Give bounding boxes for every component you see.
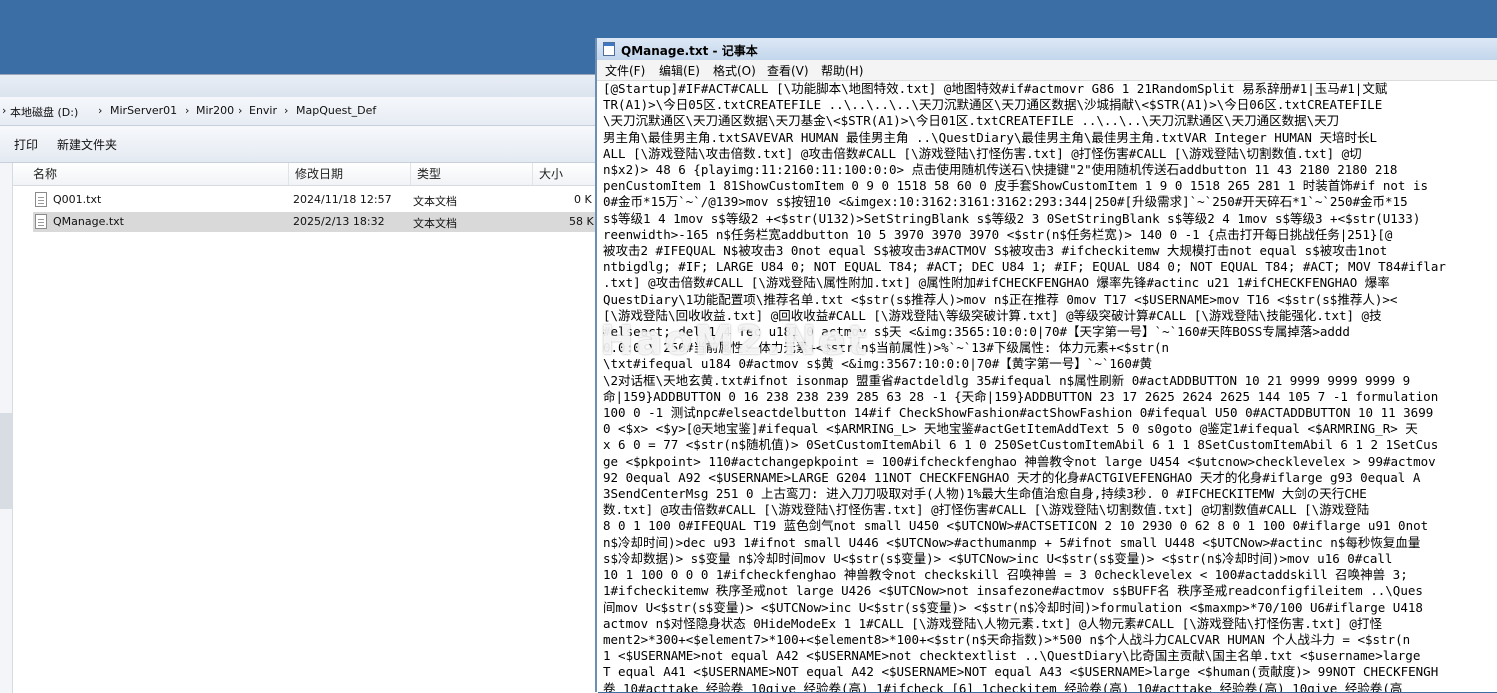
breadcrumb-envir[interactable]: Envir [249,104,277,117]
column-type[interactable]: 类型 [411,163,533,185]
breadcrumb-mir200[interactable]: Mir200 [196,104,234,117]
text-line: 命|159}ADDBUTTON 0 16 238 238 239 285 63 … [603,388,1439,404]
navigation-pane[interactable] [0,163,13,693]
watermark: HaoM2.Net [600,318,869,364]
file-name: Q001.txt [53,193,102,206]
notepad-menu-bar: 文件(F) 编辑(E) 格式(O) 查看(V) 帮助(H) [597,60,1497,81]
file-size: 0 K [574,193,592,206]
text-line: ment2>*300+<$element7>*100+<$element8>*1… [603,631,1411,647]
menu-file[interactable]: 文件(F) [605,62,645,79]
text-line: ntbigdlg; #IF; LARGE U84 0; NOT EQUAL T8… [603,259,1446,275]
text-line: penCustomItem 1 81ShowCustomItem 0 9 0 1… [603,178,1429,194]
text-line: [@Startup]#IF#ACT#CALL [\功能脚本\地图特效.txt] … [603,81,1388,96]
text-line: T equal A41 <$USERNAME>NOT equal A42 <$U… [603,664,1439,680]
text-line: 0 <$x> <$y>[@天地宝鉴]#ifequal <$ARMRING_L> … [603,421,1418,437]
breadcrumb-drive[interactable]: 本地磁盘 (D:) [10,104,78,120]
text-line: s$冷却数据)> s$变量 n$冷却时间mov U<$str(s$变量)> <$… [603,550,1393,566]
text-line: 92 0equal A92 <$USERNAME>LARGE G204 11NO… [603,469,1421,485]
chevron-right-icon: › [98,104,103,117]
new-folder-button[interactable]: 新建文件夹 [57,136,117,153]
menu-format[interactable]: 格式(O) [713,62,756,79]
file-list: 名称 修改日期 类型 大小 Q001.txt 2024/11/18 12:57 … [13,163,598,693]
breadcrumb-mapquest[interactable]: MapQuest_Def [296,104,376,117]
file-row-q001[interactable]: Q001.txt 2024/11/18 12:57 文本文档 0 K [33,190,598,210]
notepad-title: QManage.txt - 记事本 [621,44,758,58]
text-line: \2对话框\天地玄黄.txt#ifnot isonmap 盟重省#actdeld… [603,372,1411,388]
notepad-text-area[interactable]: [@Startup]#IF#ACT#CALL [\功能脚本\地图特效.txt] … [603,81,1497,692]
text-line: n$冷却时间)>dec u93 1#ifnot small U446 <$UTC… [603,534,1421,550]
file-row-qmanage[interactable]: QManage.txt 2025/2/13 18:32 文本文档 58 K [33,212,598,232]
address-bar[interactable]: › 本地磁盘 (D:) › MirServer01 › Mir200 › Env… [0,97,598,126]
text-line: 3SendCenterMsg 251 0 上古鸾刀: 进入刀刀吸取对手(人物)1… [603,486,1367,502]
text-line: 0#金币*15万`~`/@139>mov s$按钮10 <&imgex:10:3… [603,194,1408,210]
column-size[interactable]: 大小 [533,163,598,185]
file-date: 2024/11/18 12:57 [293,193,392,206]
text-line: n$x2)> 48 6 {playimg:11:2160:11:100:0:0>… [603,162,1398,178]
column-date[interactable]: 修改日期 [289,163,411,185]
chevron-right-icon: › [238,104,243,117]
text-line: .txt] @攻击倍数#CALL [\游戏登陆\属性附加.txt] @属性附加#… [603,275,1390,291]
file-type: 文本文档 [413,217,457,230]
print-button[interactable]: 打印 [14,136,38,153]
text-line: 卷 10#acttake 经验卷 10give 经验卷(高) 1#ifcheck… [603,680,1403,692]
text-line: x 6 0 = 77 <$str(n$随机值)> 0SetCustomItemA… [603,437,1439,453]
file-type: 文本文档 [413,195,457,208]
notepad-title-bar[interactable]: QManage.txt - 记事本 [597,38,1497,61]
text-line: 1#ifcheckitemw 秩序圣戒not large U426 <$UTCN… [603,583,1423,599]
text-line: ge <$pkpoint> 110#actchangepkpoint = 100… [603,453,1436,469]
text-line: QuestDiary\1功能配置项\推荐名单.txt <$str(s$推荐人)>… [603,291,1398,307]
text-line: 数.txt] @攻击倍数#CALL [\游戏登陆\打怪伤害.txt] @打怪伤害… [603,502,1370,518]
file-date: 2025/2/13 18:32 [293,215,385,228]
text-file-icon [35,214,47,229]
column-name[interactable]: 名称 [27,163,289,185]
text-line: s$等级1 4 1mov s$等级2 +<$str(U132)>SetStrin… [603,210,1421,226]
text-line: ALL [\游戏登陆\攻击倍数.txt] @攻击倍数#CALL [\游戏登陆\打… [603,145,1362,161]
file-size: 58 K [569,215,594,228]
menu-help[interactable]: 帮助(H) [821,62,863,79]
text-line: actmov n$对怪隐身状态 0HideModeEx 1 1#CALL [\游… [603,615,1382,631]
menu-view[interactable]: 查看(V) [767,62,809,79]
text-line: \天刀沉默通区\天刀通区数据\天刀基金\<$STR(A1)>\今日01区.txt… [603,113,1340,129]
text-line: TR(A1)>\今日05区.txtCREATEFILE ..\..\..\..\… [603,97,1383,113]
notepad-window: QManage.txt - 记事本 文件(F) 编辑(E) 格式(O) 查看(V… [595,38,1497,692]
text-file-icon [35,192,47,207]
explorer-window: › 本地磁盘 (D:) › MirServer01 › Mir200 › Env… [0,74,598,693]
text-line: 被攻击2 #IFEQUAL N$被攻击3 0not equal S$被攻击3#A… [603,243,1388,259]
text-line: 男主角\最佳男主角.txtSAVEVAR HUMAN 最佳男主角 ..\Ques… [603,129,1377,145]
explorer-toolbar: 打印 新建文件夹 [0,126,598,163]
chevron-right-icon: › [284,104,289,117]
notepad-icon [603,42,615,56]
text-line: 1 <$USERNAME>not equal A42 <$USERNAME>no… [603,648,1421,664]
chevron-right-icon: › [185,104,190,117]
text-line: 8 0 1 100 0#IFEQUAL T19 蓝色剑气not small U4… [603,518,1429,534]
explorer-top-bar [0,75,598,98]
text-line: reenwidth>-165 n$任务栏宽addbutton 10 5 3970… [603,226,1393,242]
file-name: QManage.txt [53,215,124,228]
text-line: 100 0 -1 测试npc#elseactdelbutton 14#if Ch… [603,405,1434,421]
menu-edit[interactable]: 编辑(E) [659,62,700,79]
column-header: 名称 修改日期 类型 大小 [13,163,598,186]
breadcrumb-mirserver[interactable]: MirServer01 [110,104,177,117]
chevron-right-icon: › [2,104,7,117]
text-line: 10 1 100 0 0 0 1#ifcheckfenghao 神兽教令not … [603,567,1408,583]
text-line: 间mov U<$str(s$变量)> <$UTCNow>inc U<$str(s… [603,599,1423,615]
navigation-pane-selection [0,413,12,509]
